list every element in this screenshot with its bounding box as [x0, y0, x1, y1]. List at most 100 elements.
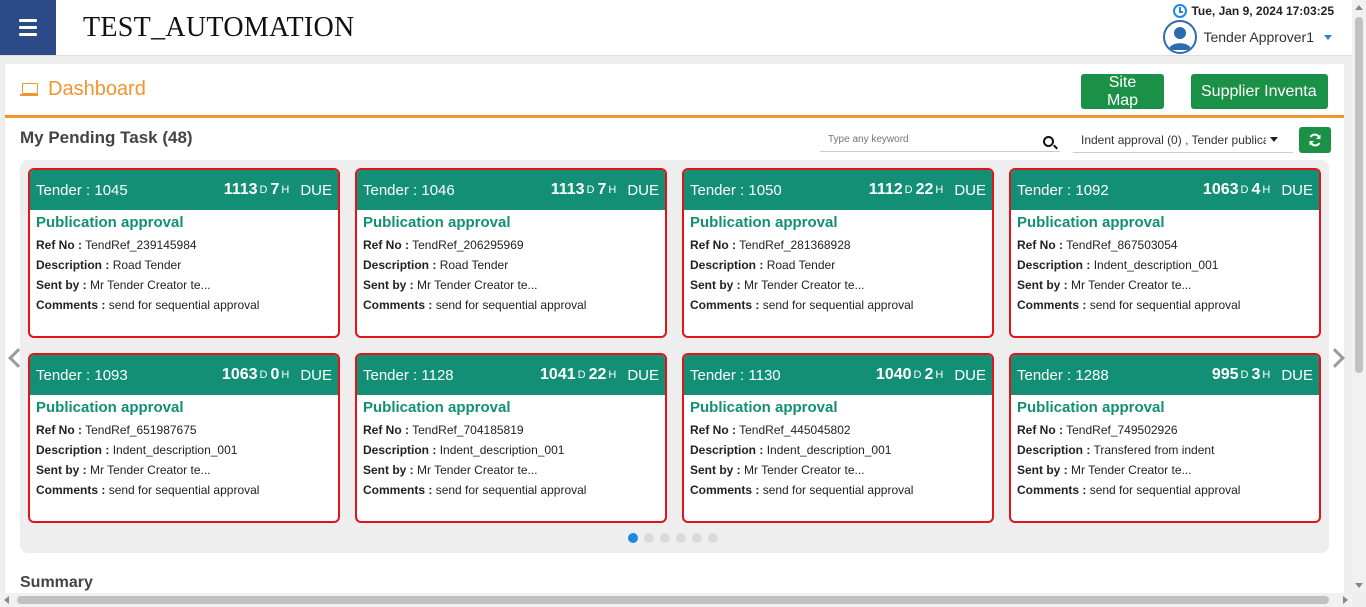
- user-name: Tender Approver1: [1203, 29, 1314, 45]
- description-row: Description : Indent_description_001: [36, 443, 238, 457]
- task-type[interactable]: Publication approval: [36, 214, 332, 231]
- task-card[interactable]: Tender : 1128 1041 D 22 H DUE Publication appr…: [355, 353, 667, 523]
- sent-by-value: Mr Tender Creator te...: [417, 463, 538, 477]
- clock-icon: [1173, 4, 1188, 18]
- ref-no-value: TendRef_206295969: [412, 238, 524, 252]
- description-value: Transfered from indent: [1093, 443, 1215, 457]
- comments-value: send for sequential approval: [108, 298, 260, 312]
- task-card-body: Publication approval Ref No : TendRef_239…: [30, 210, 338, 319]
- hours-unit: H: [1262, 369, 1271, 381]
- sent-by-value: Mr Tender Creator te...: [417, 278, 538, 292]
- task-type[interactable]: Publication approval: [1017, 399, 1313, 416]
- task-type[interactable]: Publication approval: [36, 399, 332, 416]
- task-card-body: Publication approval Ref No : TendRef_206…: [357, 210, 665, 319]
- hours-remaining: 7: [270, 181, 280, 198]
- sent-by-value: Mr Tender Creator te...: [90, 463, 211, 477]
- task-type[interactable]: Publication approval: [1017, 214, 1313, 231]
- task-type[interactable]: Publication approval: [690, 214, 986, 231]
- ref-no-value: TendRef_704185819: [412, 423, 524, 437]
- ref-no-value: TendRef_749502926: [1066, 423, 1178, 437]
- ref-no-row: Ref No : TendRef_867503054: [1017, 238, 1178, 252]
- task-card[interactable]: Tender : 1050 1112 D 22 H DUE Publication appr…: [682, 168, 994, 338]
- task-card[interactable]: Tender : 1093 1063 D 0 H DUE Publication appro…: [28, 353, 340, 523]
- comments-value: send for sequential approval: [435, 483, 587, 497]
- scroll-right-icon[interactable]: [1343, 596, 1348, 604]
- days-unit: D: [577, 369, 586, 381]
- hamburger-menu-button[interactable]: [0, 0, 56, 55]
- app-title: TEST_AUTOMATION: [83, 12, 355, 43]
- carousel-dot[interactable]: [676, 533, 686, 543]
- search-icon[interactable]: [1043, 136, 1054, 147]
- task-type[interactable]: Publication approval: [363, 399, 659, 416]
- task-card[interactable]: Tender : 1092 1063 D 4 H DUE Publication appro…: [1009, 168, 1321, 338]
- search-input[interactable]: [820, 128, 1030, 150]
- task-card[interactable]: Tender : 1130 1040 D 2 H DUE Publication appro…: [682, 353, 994, 523]
- days-unit: D: [913, 369, 922, 381]
- due-label: DUE: [300, 181, 332, 199]
- tender-number: Tender : 1046: [363, 181, 455, 199]
- filter-selected-value: Indent approval (0) , Tender publication…: [1081, 132, 1266, 147]
- task-filter-dropdown[interactable]: Indent approval (0) , Tender publication…: [1073, 127, 1293, 153]
- comments-row: Comments : send for sequential approval: [363, 483, 587, 497]
- description-row: Description : Road Tender: [690, 258, 836, 272]
- task-card-header: Tender : 1045 1113 D 7 H DUE: [30, 170, 338, 210]
- sent-by-row: Sent by : Mr Tender Creator te...: [690, 463, 865, 477]
- task-type[interactable]: Publication approval: [690, 399, 986, 416]
- days-remaining: 1112: [868, 181, 903, 198]
- description-value: Road Tender: [112, 258, 182, 272]
- page-title: Dashboard: [20, 78, 146, 101]
- scroll-down-icon[interactable]: [1355, 583, 1363, 588]
- carousel-dot[interactable]: [660, 533, 670, 543]
- task-card[interactable]: Tender : 1046 1113 D 7 H DUE Publication appro…: [355, 168, 667, 338]
- sent-by-row: Sent by : Mr Tender Creator te...: [363, 278, 538, 292]
- task-card-body: Publication approval Ref No : TendRef_704…: [357, 395, 665, 504]
- vertical-scroll-thumb[interactable]: [1355, 17, 1363, 373]
- tender-number: Tender : 1050: [690, 181, 782, 199]
- comments-value: send for sequential approval: [1089, 298, 1241, 312]
- summary-title: Summary: [20, 574, 93, 591]
- sent-by-row: Sent by : Mr Tender Creator te...: [1017, 278, 1192, 292]
- carousel-dot[interactable]: [644, 533, 654, 543]
- task-card[interactable]: Tender : 1045 1113 D 7 H DUE Publication appro…: [28, 168, 340, 338]
- hours-remaining: 22: [588, 366, 607, 383]
- comments-value: send for sequential approval: [762, 483, 914, 497]
- user-menu[interactable]: Tender Approver1: [1163, 20, 1332, 54]
- vertical-scrollbar[interactable]: [1352, 0, 1366, 593]
- comments-value: send for sequential approval: [108, 483, 260, 497]
- ref-no-value: TendRef_651987675: [85, 423, 197, 437]
- carousel-dot[interactable]: [708, 533, 718, 543]
- task-card-header: Tender : 1092 1063 D 4 H DUE: [1011, 170, 1319, 210]
- comments-row: Comments : send for sequential approval: [690, 483, 914, 497]
- horizontal-scroll-thumb[interactable]: [17, 596, 1329, 604]
- scroll-left-icon[interactable]: [4, 596, 9, 604]
- days-unit: D: [1240, 184, 1249, 196]
- days-unit: D: [904, 184, 913, 196]
- horizontal-scrollbar[interactable]: [0, 593, 1352, 607]
- hours-unit: H: [608, 184, 617, 196]
- task-card-header: Tender : 1050 1112 D 22 H DUE: [684, 170, 992, 210]
- comments-row: Comments : send for sequential approval: [690, 298, 914, 312]
- carousel-dot[interactable]: [628, 533, 638, 543]
- description-row: Description : Indent_description_001: [1017, 258, 1219, 272]
- site-map-button[interactable]: Site Map: [1081, 74, 1164, 109]
- due-label: DUE: [1281, 181, 1313, 199]
- refresh-button[interactable]: [1299, 127, 1331, 153]
- scroll-up-icon[interactable]: [1355, 5, 1363, 10]
- due-label: DUE: [954, 181, 986, 199]
- sent-by-value: Mr Tender Creator te...: [1071, 278, 1192, 292]
- task-card-header: Tender : 1046 1113 D 7 H DUE: [357, 170, 665, 210]
- ref-no-row: Ref No : TendRef_749502926: [1017, 423, 1178, 437]
- carousel-dot[interactable]: [692, 533, 702, 543]
- task-card-header: Tender : 1130 1040 D 2 H DUE: [684, 355, 992, 395]
- supplier-inventory-button[interactable]: Supplier Inventa: [1191, 74, 1328, 109]
- hours-remaining: 22: [915, 181, 934, 198]
- dashboard-title-text: Dashboard: [48, 78, 146, 100]
- sent-by-row: Sent by : Mr Tender Creator te...: [36, 463, 211, 477]
- hours-remaining: 4: [1251, 181, 1261, 198]
- due-label: DUE: [954, 366, 986, 384]
- hours-unit: H: [608, 369, 617, 381]
- task-type[interactable]: Publication approval: [363, 214, 659, 231]
- task-card[interactable]: Tender : 1288 995 D 3 H DUE Publication approv…: [1009, 353, 1321, 523]
- hours-unit: H: [1262, 184, 1271, 196]
- hours-unit: H: [281, 369, 290, 381]
